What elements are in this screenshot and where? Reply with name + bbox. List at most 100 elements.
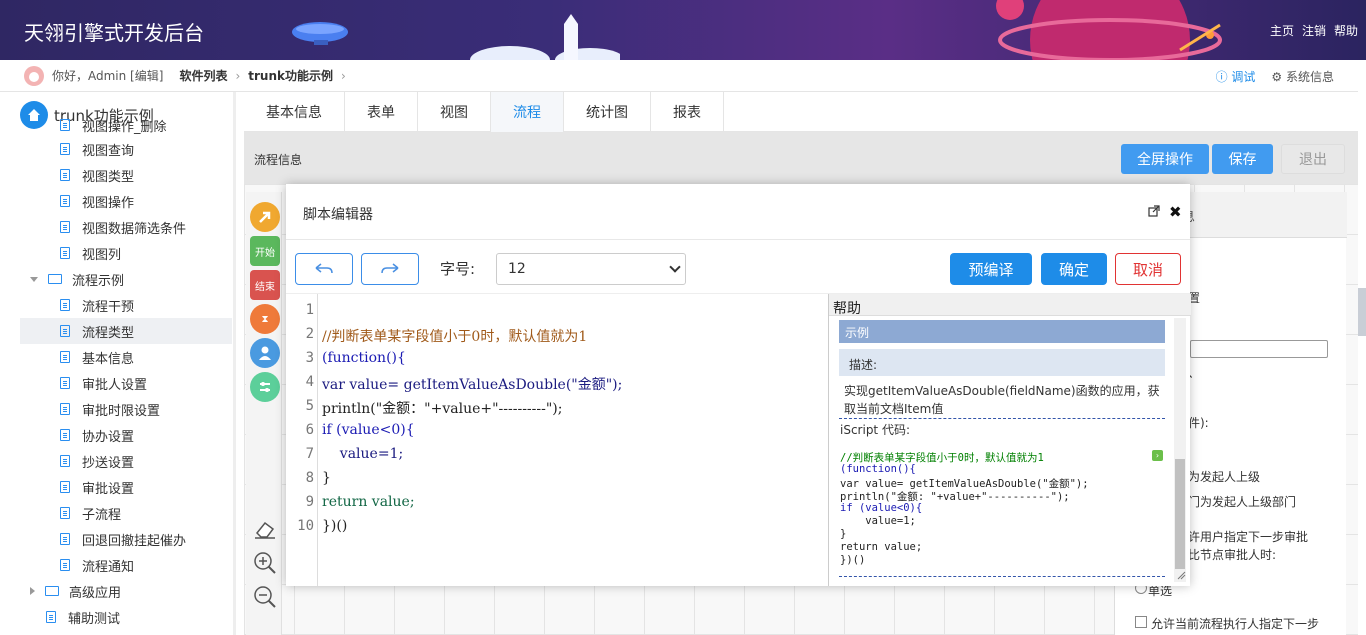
zoom-out-icon[interactable] [252,584,278,610]
close-icon[interactable]: ✖ [1169,203,1182,221]
exit-button[interactable]: 退出 [1281,144,1345,174]
sidebar-item-cc-settings[interactable]: 抄送设置 [20,448,232,474]
tab-flow[interactable]: 流程 [491,92,564,132]
system-info-link[interactable]: ⚙ 系统信息 [1271,68,1334,85]
line-number: 5 [305,398,314,414]
sidebar-item-assist-settings[interactable]: 协办设置 [20,422,232,448]
sidebar-item-label: 流程通知 [82,559,135,575]
line-number: 1 [305,302,314,318]
font-size-select[interactable]: 12 [496,253,686,285]
system-info-label: 系统信息 [1285,70,1334,84]
sidebar-item-label: 高级应用 [69,585,122,601]
sidebar-item-subflow[interactable]: 子流程 [20,500,232,526]
help-description: 实现getItemValueAsDouble(fieldName)函数的应用，获… [844,384,1160,416]
sidebar-item-flow-intervention[interactable]: 流程干预 [20,292,232,318]
logout-link[interactable]: 注销 [1302,22,1326,39]
line-number: 6 [305,422,314,438]
confirm-button[interactable]: 确定 [1041,253,1107,285]
code-line: //判断表单某字段值小于0时，默认值就为1 [322,329,588,345]
sidebar-item-label: 流程示例 [72,273,125,289]
start-node-tool[interactable]: 开始 [250,236,280,266]
sidebar-item-approver-settings[interactable]: 审批人设置 [20,370,232,396]
breadcrumb-trunk[interactable]: trunk功能示例 [248,67,333,84]
sidebar-item-view-filter[interactable]: 视图数据筛选条件 [20,214,232,240]
script-editor-dialog: 脚本编辑器 ✖ 字号: 12 预编译 确定 取消 1 2 3 4 5 6 7 8… [286,184,1191,586]
sidebar-item-label: 流程干预 [82,299,135,315]
sidebar-item-view-operation[interactable]: 视图操作 [20,188,232,214]
help-scrollbar-thumb[interactable] [1175,459,1185,569]
file-icon [60,325,70,337]
save-button[interactable]: 保存 [1212,144,1273,174]
line-number: 9 [305,494,314,510]
divider [839,576,1165,577]
home-link[interactable]: 主页 [1270,22,1294,39]
tab-report[interactable]: 报表 [651,92,724,132]
sidebar-item-view-query[interactable]: 视图查询 [20,136,232,162]
cancel-button[interactable]: 取消 [1115,253,1181,285]
end-node-tool[interactable]: 结束 [250,270,280,300]
gear-icon: ⚙ [1271,70,1286,84]
sidebar-item-view-delete[interactable]: 视图操作_删除 [20,112,232,138]
sidebar-item-view-column[interactable]: 视图列 [20,240,232,266]
undo-button[interactable] [295,253,353,285]
zoom-in-icon[interactable] [252,550,278,576]
sidebar-folder-flow-examples[interactable]: 流程示例 [20,266,232,292]
fullscreen-button[interactable]: 全屏操作 [1121,144,1209,174]
hourglass-icon[interactable]: ⧗ [250,304,280,334]
help-code-line: } [840,528,847,540]
sidebar-scrollbar[interactable] [233,92,236,635]
precompile-button[interactable]: 预编译 [950,253,1032,285]
sidebar-item-view-type[interactable]: 视图类型 [20,162,232,188]
property-select[interactable] [1190,340,1328,358]
redo-button[interactable] [361,253,419,285]
font-size-value: 12 [508,261,526,277]
sidebar-item-label: 协办设置 [82,429,135,445]
folder-icon [45,586,59,596]
chevron-down-icon [30,276,38,282]
tab-basic-info[interactable]: 基本信息 [244,92,345,132]
user-node-icon[interactable] [250,338,280,368]
help-code-line: if (value<0){ [840,502,923,514]
sidebar-item-basic-info[interactable]: 基本信息 [20,344,232,370]
settings-sliders-icon[interactable] [250,372,280,402]
help-link[interactable]: 帮助 [1334,22,1358,39]
tab-view[interactable]: 视图 [418,92,491,132]
debug-label: 调试 [1231,70,1256,84]
file-icon [60,221,70,233]
allow-assign-checkbox[interactable] [1135,616,1147,628]
sidebar-item-label: 基本信息 [82,351,135,367]
tab-form[interactable]: 表单 [345,92,418,132]
breadcrumb-software-list[interactable]: 软件列表 [179,67,227,84]
sidebar-item-flow-type[interactable]: 流程类型 [20,318,232,344]
redo-icon [381,263,399,274]
sidebar-folder-advanced[interactable]: 高级应用 [20,578,232,604]
eraser-icon[interactable] [252,516,278,542]
dialog-title: 脚本编辑器 [303,207,373,223]
sidebar-item-aux-test[interactable]: 辅助测试 [20,604,232,630]
code-line: })() [322,518,348,534]
file-icon [60,533,70,545]
debug-link[interactable]: ⓘ 调试 [1216,68,1256,85]
line-number: 10 [297,518,314,534]
tab-chart[interactable]: 统计图 [564,92,651,132]
sidebar-item-approval-settings[interactable]: 审批设置 [20,474,232,500]
user-greeting[interactable]: 你好，Admin [编辑] [52,67,163,84]
help-section-header: 示例 [839,320,1165,343]
code-editor[interactable]: 1 2 3 4 5 6 7 8 9 10 //判断表单某字段值小于0时，默认值就… [286,294,828,586]
info-icon: ⓘ [1215,70,1232,84]
right-edge-collapse-handle[interactable] [1358,288,1366,336]
resize-grip-icon[interactable] [1176,570,1186,580]
line-number: 7 [305,446,314,462]
popout-icon[interactable] [1148,205,1160,217]
arrow-tool-icon[interactable] [250,202,280,232]
sidebar-item-approval-deadline[interactable]: 审批时限设置 [20,396,232,422]
sidebar-item-label: 审批设置 [82,481,135,497]
copy-code-icon[interactable]: › [1152,450,1163,461]
sidebar-item-rollback[interactable]: 回退回撤挂起催办 [20,526,232,552]
property-text: 件): [1188,416,1209,430]
sidebar-item-flow-notice[interactable]: 流程通知 [20,552,232,578]
planet-decoration [996,0,1222,60]
file-icon [60,247,70,259]
line-number: 3 [305,350,314,366]
sidebar-item-label: 流程类型 [82,325,135,341]
